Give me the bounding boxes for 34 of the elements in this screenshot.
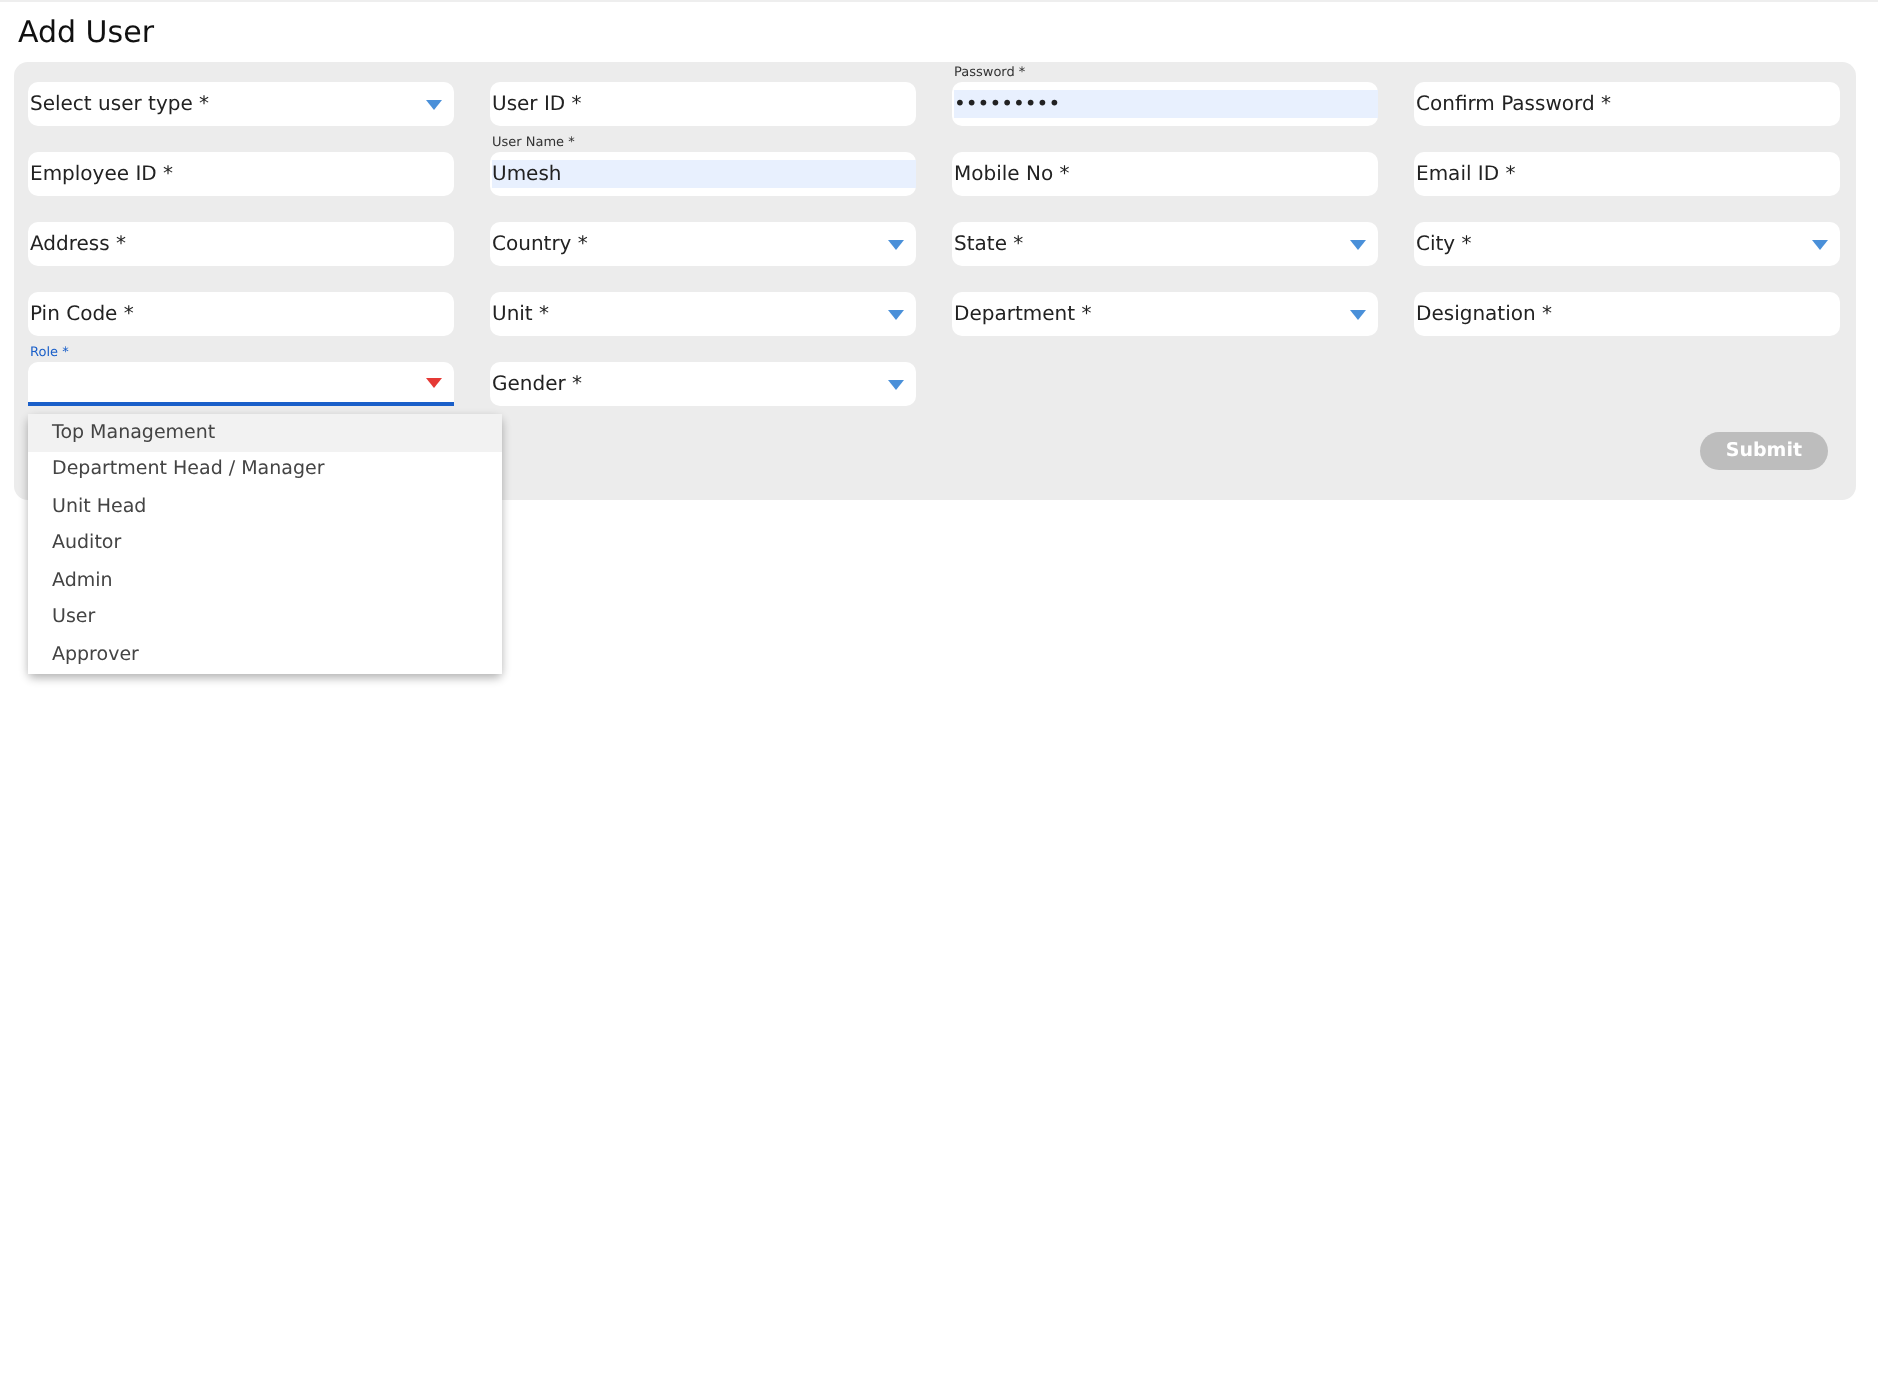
caret-icon (1350, 239, 1366, 249)
menu-item[interactable]: Top Management (28, 414, 502, 451)
input-field[interactable]: Confirm Password * (1414, 82, 1840, 126)
input-field[interactable]: User ID * (490, 82, 916, 126)
caret-icon (888, 239, 904, 249)
caret-icon (1812, 239, 1828, 249)
page-title: Add User (18, 14, 156, 50)
caret-icon (1350, 309, 1366, 319)
caret-icon (888, 379, 904, 389)
select-field[interactable]: Country * (490, 222, 916, 266)
input-field[interactable]: Pin Code * (28, 292, 454, 336)
select-field[interactable]: Department * (952, 292, 1378, 336)
input-field[interactable]: ••••••••• (952, 82, 1378, 126)
input-field[interactable]: Designation * (1414, 292, 1840, 336)
menu-item[interactable]: Department Head / Manager (28, 451, 502, 488)
caret-icon (426, 99, 442, 109)
menu-item[interactable]: Approver (28, 636, 502, 673)
select-field[interactable] (28, 362, 454, 406)
input-field[interactable]: Mobile No * (952, 152, 1378, 196)
caret-icon (426, 377, 442, 387)
input-field[interactable]: Address * (28, 222, 454, 266)
select-field[interactable]: Select user type * (28, 82, 454, 126)
caret-icon (888, 309, 904, 319)
select-field[interactable]: Gender * (490, 362, 916, 406)
select-field[interactable]: City * (1414, 222, 1840, 266)
input-field[interactable]: Employee ID * (28, 152, 454, 196)
input-field[interactable]: Email ID * (1414, 152, 1840, 196)
menu-item[interactable]: User (28, 599, 502, 636)
menu-item[interactable]: Admin (28, 562, 502, 599)
select-field[interactable]: Unit * (490, 292, 916, 336)
menu-item[interactable]: Unit Head (28, 488, 502, 525)
select-field[interactable]: State * (952, 222, 1378, 266)
input-field[interactable]: Umesh (490, 152, 916, 196)
menu-item[interactable]: Auditor (28, 525, 502, 562)
